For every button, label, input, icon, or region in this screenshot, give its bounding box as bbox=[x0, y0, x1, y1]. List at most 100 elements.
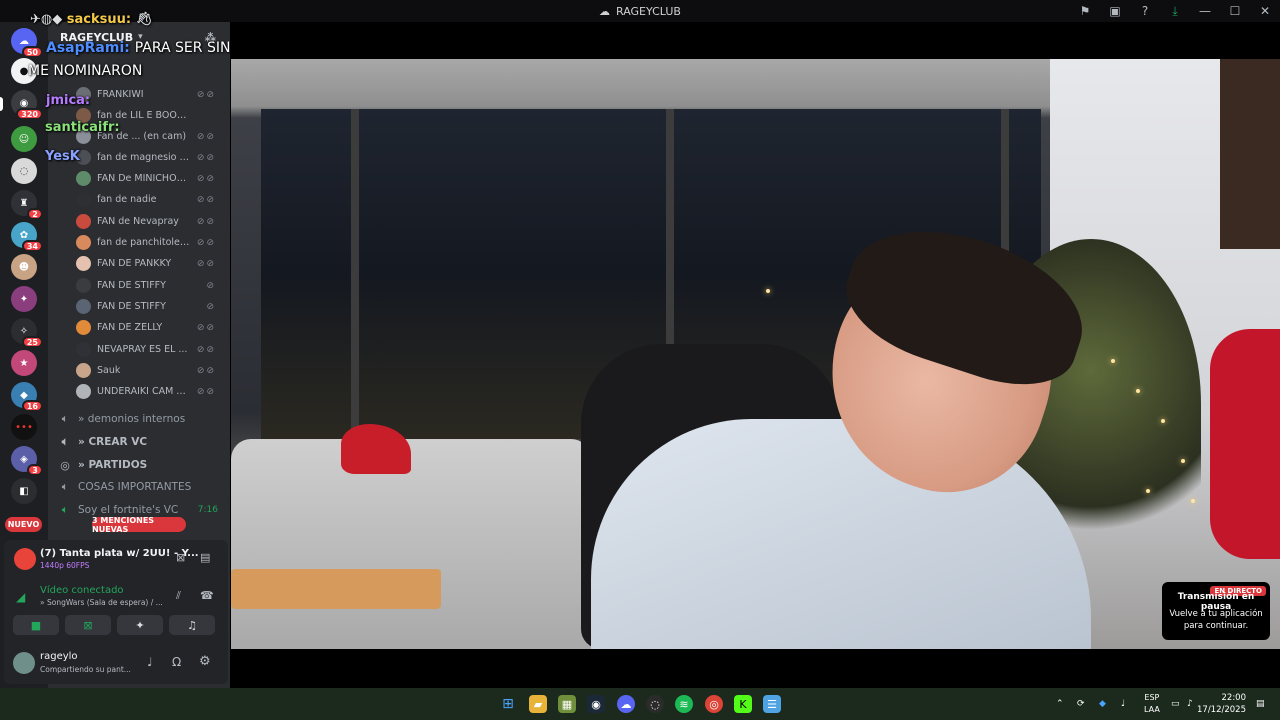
avatar bbox=[76, 363, 91, 378]
avatar bbox=[76, 171, 91, 186]
stream-stage[interactable] bbox=[230, 22, 1280, 688]
rail-badge: 16 bbox=[21, 400, 43, 412]
voice-channel-name[interactable]: » SongWars (Sala de espera) / ... bbox=[40, 598, 163, 607]
activity-title: (7) Tanta plata w/ 2UU! - Y... bbox=[40, 548, 199, 559]
clock-date: 17/12/2025 bbox=[1197, 705, 1246, 715]
server-icon[interactable]: ☻ bbox=[11, 254, 37, 280]
kick-icon[interactable]: K bbox=[734, 695, 752, 713]
voice-user[interactable]: fan de magnesio cam ⊘⊘ bbox=[76, 147, 226, 168]
screen-icon[interactable]: ⊠ bbox=[176, 551, 185, 564]
video-desk bbox=[231, 569, 441, 609]
language-indicator[interactable]: ESP LAA bbox=[1144, 692, 1160, 716]
activity-panel[interactable]: (7) Tanta plata w/ 2UU! - Y... 1440p 60F… bbox=[4, 540, 228, 580]
minecraft-icon[interactable]: ▦ bbox=[558, 695, 576, 713]
notifications-icon[interactable]: ▤ bbox=[1256, 690, 1265, 718]
sync-icon[interactable]: ⟳ bbox=[1077, 690, 1085, 718]
channel-label: » PARTIDOS bbox=[78, 459, 148, 471]
voice-user[interactable]: FAN DE ZELLY ⊘⊘ bbox=[76, 317, 226, 338]
server-icon[interactable]: ◧ bbox=[11, 478, 37, 504]
minimize-icon[interactable]: — bbox=[1190, 0, 1220, 22]
voice-user[interactable]: NEVAPRAY ES EL ... ⊘⊘ bbox=[76, 339, 226, 360]
server-icon[interactable]: ••• bbox=[11, 414, 37, 440]
avatar[interactable] bbox=[13, 652, 35, 674]
server-icon[interactable]: ◆ 16 bbox=[11, 382, 43, 412]
voice-user-name: FAN DE STIFFY bbox=[97, 301, 166, 312]
voice-channel[interactable]: 🔈︎ » CREAR VC bbox=[58, 431, 226, 453]
stream-video[interactable] bbox=[231, 59, 1280, 649]
discord-icon[interactable]: ☁ bbox=[617, 695, 635, 713]
server-icon[interactable]: ♜ 2 bbox=[11, 190, 43, 220]
speaker-icon: 🔈︎ bbox=[61, 480, 69, 493]
voice-user[interactable]: Sauk ⊘⊘ bbox=[76, 360, 226, 381]
camera-button[interactable]: ■ bbox=[13, 615, 59, 635]
headphones-icon[interactable]: Ω bbox=[172, 655, 181, 669]
stage-channel[interactable]: ◎ » PARTIDOS bbox=[58, 454, 226, 476]
voice-user[interactable]: FAN DE PANKKY ⊘⊘ bbox=[76, 253, 226, 274]
server-icon[interactable]: ◌ bbox=[11, 158, 37, 184]
server-icon[interactable]: ◉ 320 bbox=[11, 90, 43, 120]
voice-user[interactable]: FAN DE STIFFY ⊘ bbox=[76, 296, 226, 317]
chat-username: jmica: bbox=[46, 93, 91, 108]
windows-start-icon[interactable]: ⊞ bbox=[499, 695, 517, 713]
download-icon[interactable]: ⤓ bbox=[1160, 0, 1190, 22]
microphone-tray-icon[interactable]: ♩ bbox=[1121, 690, 1125, 718]
voice-user[interactable]: fan de nadie ⊘⊘ bbox=[76, 189, 226, 210]
new-badge[interactable]: NUEVO bbox=[5, 517, 42, 532]
popout-icon[interactable]: ▤ bbox=[200, 551, 210, 564]
spotify-icon[interactable]: ≋ bbox=[675, 695, 693, 713]
steam-icon[interactable]: ◉ bbox=[587, 695, 605, 713]
volume-icon[interactable]: ♪ bbox=[1187, 690, 1193, 718]
microphone-icon[interactable]: ♩ bbox=[147, 655, 153, 669]
chrome-icon[interactable]: ◎ bbox=[705, 695, 723, 713]
obs-icon[interactable]: ◌ bbox=[646, 695, 664, 713]
shield-icon[interactable]: ◆ bbox=[1099, 690, 1106, 718]
voice-user[interactable]: FRANKIWI ⊘⊘ bbox=[76, 84, 226, 105]
help-icon[interactable]: ? bbox=[1130, 0, 1160, 22]
disconnect-icon[interactable]: ☎ bbox=[200, 589, 214, 602]
activities-button[interactable]: ✦ bbox=[117, 615, 163, 635]
system-clock[interactable]: 22:00 17/12/2025 bbox=[1197, 692, 1246, 716]
voice-user[interactable]: UNDERAIKI CAM RE... ⊘⊘ bbox=[76, 381, 226, 402]
screen-share-button[interactable]: ⊠ bbox=[65, 615, 111, 635]
flag-icon[interactable]: ⚑ bbox=[1070, 0, 1100, 22]
voice-channel[interactable]: 🔈︎ COSAS IMPORTANTES bbox=[58, 476, 226, 498]
voice-user-name: FAN DE PANKKY bbox=[97, 258, 172, 269]
voice-user[interactable]: fan de panchitolefleur ⊘⊘ bbox=[76, 232, 226, 253]
avatar bbox=[76, 299, 91, 314]
server-icon[interactable]: ☺ bbox=[11, 126, 37, 152]
server-icon[interactable]: ◈ 3 bbox=[11, 446, 43, 476]
video-window-frame bbox=[351, 109, 359, 439]
server-icon[interactable]: ★ bbox=[11, 350, 37, 376]
voice-user[interactable]: FAN de Nevapray ⊘⊘ bbox=[76, 211, 226, 232]
server-icon[interactable]: ✦ bbox=[11, 286, 37, 312]
noise-suppression-icon[interactable]: ⫽ bbox=[176, 589, 181, 603]
file-explorer-icon[interactable]: ▰ bbox=[529, 695, 547, 713]
muted-icon: ⊘⊘ bbox=[196, 386, 216, 397]
close-icon[interactable]: ✕ bbox=[1250, 0, 1280, 22]
maximize-icon[interactable]: ☐ bbox=[1220, 0, 1250, 22]
soundboard-button[interactable]: ♫ bbox=[169, 615, 215, 635]
muted-icon: ⊘⊘ bbox=[196, 131, 216, 142]
network-icon[interactable]: ▭ bbox=[1171, 690, 1180, 718]
title-bar: ☁ RAGEYCLUB ⚑ ▣ ? ⤓ — ☐ ✕ bbox=[0, 0, 1280, 22]
voice-channel[interactable]: 🔈︎ » demonios internos bbox=[58, 408, 226, 430]
gear-icon[interactable]: ⚙ bbox=[199, 654, 211, 669]
direct-messages-icon[interactable]: ☁ 50 bbox=[11, 28, 43, 58]
avatar bbox=[76, 235, 91, 250]
speaker-icon: 🔈︎ bbox=[61, 503, 69, 516]
server-icon[interactable]: ✧ 25 bbox=[11, 318, 43, 348]
voice-user[interactable]: FAN De MINICHOOSEY ⊘⊘ bbox=[76, 168, 226, 189]
tray-chevron-icon[interactable]: ⌃ bbox=[1056, 690, 1064, 718]
screen-share-icon: ⊠ bbox=[83, 618, 93, 632]
notepad-icon[interactable]: ☰ bbox=[763, 695, 781, 713]
mentions-badge[interactable]: 3 MENCIONES NUEVAS bbox=[92, 516, 186, 534]
voice-user-name: fan de nadie bbox=[97, 194, 157, 205]
inbox-icon[interactable]: ▣ bbox=[1100, 0, 1130, 22]
avatar bbox=[76, 342, 91, 357]
voice-user-name: FAN De MINICHOOSEY bbox=[97, 173, 191, 184]
speaker-icon: 🔈︎ bbox=[61, 412, 69, 425]
video-couch bbox=[231, 439, 591, 649]
chat-username: AsapRami: bbox=[46, 40, 130, 56]
server-icon[interactable]: ✿ 34 bbox=[11, 222, 43, 252]
voice-user[interactable]: FAN DE STIFFY ⊘ bbox=[76, 275, 226, 296]
